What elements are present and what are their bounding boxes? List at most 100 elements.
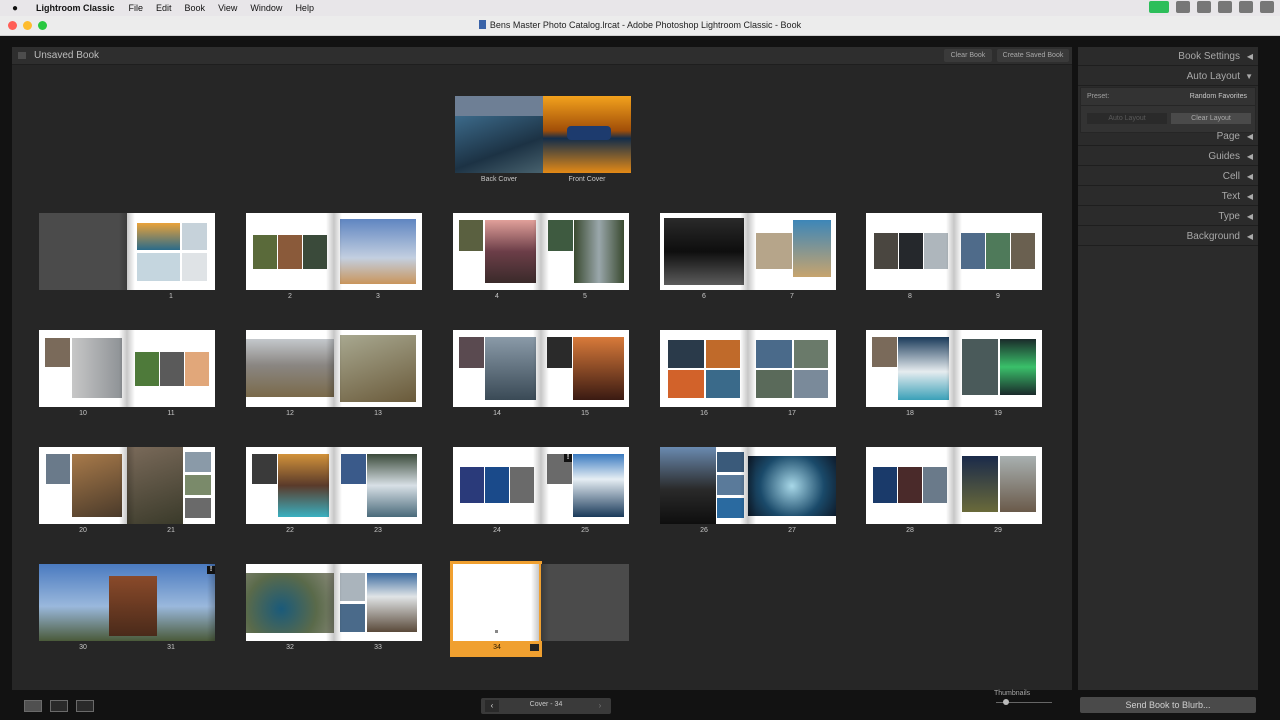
menu-window[interactable]: Window [250, 3, 282, 13]
page-29[interactable] [954, 447, 1042, 524]
spread-4-5[interactable]: 4 5 [453, 213, 629, 303]
page-12[interactable] [246, 330, 334, 407]
page-3[interactable] [334, 213, 422, 290]
wifi-icon[interactable] [1197, 1, 1211, 13]
menu-view[interactable]: View [218, 3, 237, 13]
text-section-header[interactable]: Text ◀ [1078, 187, 1258, 206]
page-number: 2 [288, 293, 292, 300]
page-number: 17 [788, 410, 796, 417]
back-cover-label: Back Cover [480, 176, 518, 183]
page-18[interactable] [866, 330, 954, 407]
siri-icon[interactable] [1260, 1, 1274, 13]
page-25[interactable]: ! [541, 447, 629, 524]
clear-book-button[interactable]: Clear Book [944, 49, 992, 62]
background-section-header[interactable]: Background ◀ [1078, 227, 1258, 246]
page-16[interactable] [660, 330, 748, 407]
spread-18-19[interactable]: 18 19 [866, 330, 1042, 420]
page-7[interactable] [748, 213, 836, 290]
app-menu[interactable]: Lightroom Classic [36, 3, 115, 13]
multi-page-view-button[interactable] [24, 700, 42, 712]
spread-12-13[interactable]: 12 13 [246, 330, 422, 420]
page-23[interactable] [334, 447, 422, 524]
type-section-header[interactable]: Type ◀ [1078, 207, 1258, 226]
spread-32-33[interactable]: 32 33 [246, 564, 422, 654]
facetime-icon[interactable] [1149, 1, 1169, 13]
page-10[interactable] [39, 330, 127, 407]
page-14[interactable] [453, 330, 541, 407]
page-number: 4 [495, 293, 499, 300]
spread-30-31[interactable]: ! 30 31 [39, 564, 215, 654]
menu-book[interactable]: Book [185, 3, 206, 13]
warning-icon[interactable]: ! [207, 566, 215, 574]
apple-icon[interactable]: ● [12, 3, 24, 14]
spread-24-25[interactable]: ! 24 25 [453, 447, 629, 537]
battery-icon[interactable] [1176, 1, 1190, 13]
book-settings-header[interactable]: Book Settings ◀ [1078, 47, 1258, 66]
page-number: 10 [79, 410, 87, 417]
page-17[interactable] [748, 330, 836, 407]
page-section-header[interactable]: Page ◀ [1078, 127, 1258, 146]
page-11[interactable] [127, 330, 215, 407]
page-13[interactable] [334, 330, 422, 407]
cell-section-header[interactable]: Cell ◀ [1078, 167, 1258, 186]
warning-icon[interactable]: ! [564, 454, 572, 462]
spread-22-23[interactable]: 22 23 [246, 447, 422, 537]
spread-6-7[interactable]: 6 7 [660, 213, 836, 303]
guides-section-header[interactable]: Guides ◀ [1078, 147, 1258, 166]
cover-spread[interactable]: Back Cover Front Cover [455, 96, 631, 186]
preset-select[interactable]: Random Favorites [1190, 93, 1247, 100]
spread-34[interactable]: 34 [453, 564, 629, 654]
page-26[interactable] [660, 447, 748, 524]
spread-26-27[interactable]: 26 27 [660, 447, 836, 537]
page-21[interactable] [127, 447, 215, 524]
spread-2-3[interactable]: 2 3 [246, 213, 422, 303]
page-19[interactable] [954, 330, 1042, 407]
send-book-to-blurb-button[interactable]: Send Book to Blurb... [1080, 697, 1256, 713]
spread-view-button[interactable] [50, 700, 68, 712]
section-label: Type [1218, 211, 1240, 222]
menu-help[interactable]: Help [295, 3, 314, 13]
spread-16-17[interactable]: 16 17 [660, 330, 836, 420]
page-22[interactable] [246, 447, 334, 524]
page-27[interactable] [748, 447, 836, 524]
auto-layout-header[interactable]: Auto Layout ▼ [1078, 67, 1258, 86]
page-4[interactable] [453, 213, 541, 290]
create-saved-book-button[interactable]: Create Saved Book [997, 49, 1069, 62]
menu-edit[interactable]: Edit [156, 3, 172, 13]
menu-file[interactable]: File [129, 3, 144, 13]
page-1[interactable] [127, 213, 215, 290]
spread-8-9[interactable]: 8 9 [866, 213, 1042, 303]
next-page-button[interactable]: › [593, 700, 607, 712]
single-page-view-button[interactable] [76, 700, 94, 712]
clear-layout-button[interactable]: Clear Layout [1171, 113, 1251, 124]
section-label: Guides [1208, 151, 1240, 162]
search-icon[interactable] [1218, 1, 1232, 13]
page-5[interactable] [541, 213, 629, 290]
back-cover[interactable] [455, 96, 543, 173]
spread-14-15[interactable]: 14 15 [453, 330, 629, 420]
page-number: 3 [376, 293, 380, 300]
front-cover[interactable] [543, 96, 631, 173]
page-9[interactable] [954, 213, 1042, 290]
page-2[interactable] [246, 213, 334, 290]
page-number: 26 [700, 527, 708, 534]
spread-28-29[interactable]: 28 29 [866, 447, 1042, 537]
page-28[interactable] [866, 447, 954, 524]
spread-10-11[interactable]: 10 11 [39, 330, 215, 420]
auto-layout-button[interactable]: Auto Layout [1087, 113, 1167, 124]
spread-1[interactable]: 1 [39, 213, 215, 303]
page-34[interactable] [453, 564, 539, 641]
spread-20-21[interactable]: 20 21 [39, 447, 215, 537]
collapse-left-icon: ◀ [1246, 132, 1253, 141]
thumbnails-slider-thumb[interactable] [1003, 699, 1009, 705]
page-8[interactable] [866, 213, 954, 290]
page-15[interactable] [541, 330, 629, 407]
page-20[interactable] [39, 447, 127, 524]
page-menu-icon[interactable] [530, 644, 539, 651]
page-32[interactable] [246, 564, 334, 641]
page-33[interactable] [334, 564, 422, 641]
page-30-31-panorama[interactable]: ! [39, 564, 215, 641]
page-6[interactable] [660, 213, 748, 290]
page-24[interactable] [453, 447, 541, 524]
control-center-icon[interactable] [1239, 1, 1253, 13]
